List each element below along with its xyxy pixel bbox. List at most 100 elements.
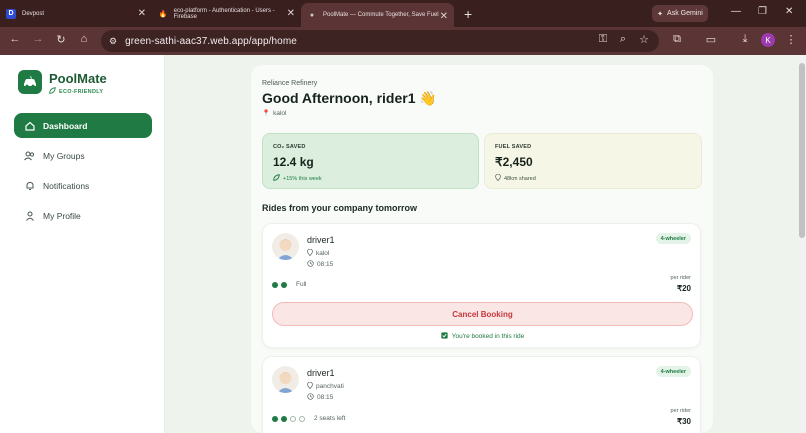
- back-icon[interactable]: ←: [7, 33, 23, 45]
- sidebar-item-label: My Groups: [43, 150, 85, 161]
- eco-tagline: ECO-FRIENDLY: [49, 87, 103, 96]
- fuel-distance: 48km shared: [495, 173, 691, 183]
- driver-name: driver1: [307, 368, 335, 378]
- ride-card: driver1 panchvati 08:15 4-wheeler 2 seat…: [262, 356, 701, 433]
- firebase-favicon-icon: 🔥: [158, 10, 168, 18]
- sidebar: PoolMate ECO-FRIENDLY Dashboard My Group…: [0, 55, 165, 433]
- page-scrollbar[interactable]: [798, 55, 806, 433]
- close-tab-icon[interactable]: ✕: [138, 8, 146, 19]
- sidebar-item-label: Dashboard: [43, 120, 88, 131]
- location-pin-icon: 📍: [262, 110, 271, 117]
- download-icon[interactable]: ⤓: [737, 33, 753, 46]
- price-label: per rider: [670, 275, 691, 281]
- sidebar-item-dashboard[interactable]: Dashboard: [14, 113, 152, 138]
- tab-title: Devpost: [22, 10, 45, 17]
- cancel-booking-button[interactable]: Cancel Booking: [272, 302, 693, 326]
- booked-note-text: You're booked in this ride: [451, 333, 525, 340]
- home-icon[interactable]: ⌂: [76, 33, 92, 45]
- sidebar-item-my-profile[interactable]: My Profile: [14, 203, 152, 228]
- sidebar-item-my-groups[interactable]: My Groups: [14, 143, 152, 168]
- vehicle-type-badge: 4-wheeler: [655, 366, 691, 377]
- price-value: ₹30: [677, 417, 691, 426]
- sidebar-item-label: My Profile: [43, 210, 81, 221]
- co2-label: CO₂ SAVED: [273, 144, 306, 150]
- departure-time: 08:15: [307, 260, 333, 269]
- close-tab-icon[interactable]: ✕: [287, 8, 295, 19]
- restore-icon[interactable]: ❐: [758, 6, 767, 17]
- tab-title: PoolMate — Commute Together, Save Fuel: [323, 12, 439, 18]
- rides-section-title: Rides from your company tomorrow: [262, 203, 418, 213]
- user-location: 📍 kalol: [262, 109, 287, 118]
- co2-value: 12.4 kg: [273, 155, 314, 169]
- seat-dot: [272, 415, 278, 422]
- tab-title: eco-platform - Authentication - Users - …: [173, 7, 275, 20]
- sidebar-item-notifications[interactable]: Notifications: [14, 173, 152, 198]
- forward-icon[interactable]: →: [30, 33, 46, 45]
- bell-icon: [24, 180, 35, 191]
- seat-dot: [281, 281, 287, 288]
- fuel-saved-card: FUEL SAVED ₹2,450 48km shared: [484, 133, 702, 189]
- zoom-icon[interactable]: ⌕: [615, 33, 631, 46]
- leaf-icon: [49, 87, 56, 96]
- seat-availability: Full: [272, 281, 306, 288]
- leaf-icon: [273, 174, 280, 183]
- ask-gemini-label: Ask Gemini: [667, 10, 703, 17]
- user-location-text: kalol: [273, 109, 287, 117]
- reload-icon[interactable]: ↻: [53, 33, 69, 46]
- bookmark-star-icon[interactable]: ☆: [636, 33, 652, 46]
- new-tab-icon[interactable]: +: [464, 6, 472, 22]
- scrollbar-thumb[interactable]: [799, 63, 805, 238]
- ride-price: per rider ₹30: [671, 408, 691, 426]
- browser-tab-firebase[interactable]: 🔥 eco-platform - Authentication - Users …: [152, 0, 301, 27]
- devpost-favicon-icon: D: [6, 8, 16, 19]
- profile-avatar[interactable]: K: [761, 33, 775, 47]
- departure-time-text: 08:15: [317, 394, 334, 401]
- ask-gemini-button[interactable]: ✦ Ask Gemini: [652, 5, 708, 22]
- co2-trend-text: +15% this week: [283, 175, 322, 182]
- clock-icon: [307, 393, 314, 402]
- address-bar[interactable]: ⚙ green-sathi-aac37.web.app/app/home: [101, 30, 659, 52]
- vehicle-type-badge: 4-wheeler: [655, 233, 691, 244]
- seat-status-text: 2 seats left: [314, 415, 346, 422]
- extensions-icon[interactable]: ⧉: [669, 33, 685, 46]
- browser-tab-devpost[interactable]: D Devpost ✕: [0, 0, 152, 27]
- url-text[interactable]: green-sathi-aac37.web.app/app/home: [125, 36, 297, 47]
- seat-dot: [290, 415, 296, 422]
- co2-trend: +15% this week: [273, 174, 468, 183]
- co2-saved-card: CO₂ SAVED 12.4 kg +15% this week: [262, 133, 479, 189]
- browser-tab-bar: D Devpost ✕ 🔥 eco-platform - Authenticat…: [0, 0, 806, 27]
- sidebar-item-label: Notifications: [43, 180, 90, 191]
- sparkle-icon: ✦: [657, 10, 664, 18]
- greeting-title: Good Afternoon, rider1 👋: [262, 90, 437, 106]
- split-view-icon[interactable]: ▭: [703, 33, 719, 46]
- seat-dot: [281, 415, 287, 422]
- browser-tab-poolmate[interactable]: ● PoolMate — Commute Together, Save Fuel…: [301, 3, 454, 27]
- location-pin-icon: [307, 248, 313, 258]
- departure-time-text: 08:15: [317, 261, 334, 268]
- minimize-icon[interactable]: —: [731, 6, 741, 17]
- fuel-distance-text: 48km shared: [504, 175, 536, 182]
- pickup-place-text: kalol: [316, 250, 330, 257]
- seat-dot: [299, 415, 305, 422]
- menu-kebab-icon[interactable]: ⋮: [783, 33, 799, 46]
- price-label: per rider: [670, 408, 691, 414]
- globe-favicon-icon: ●: [309, 11, 315, 19]
- password-key-icon[interactable]: ⚿: [595, 33, 611, 46]
- seat-availability: 2 seats left: [272, 415, 345, 422]
- pickup-place-text: panchvati: [316, 383, 344, 390]
- seat-dot: [272, 281, 278, 288]
- pickup-place: panchvati: [307, 381, 344, 391]
- close-window-icon[interactable]: ✕: [785, 6, 793, 17]
- brand-name: PoolMate: [49, 71, 107, 86]
- price-value: ₹20: [677, 284, 691, 293]
- user-icon: [24, 210, 35, 221]
- site-info-icon[interactable]: ⚙: [109, 36, 117, 47]
- ride-card: driver1 kalol 08:15 4-wheeler Full per r…: [262, 223, 701, 348]
- browser-toolbar: ← → ↻ ⌂ ⚙ green-sathi-aac37.web.app/app/…: [0, 27, 806, 55]
- check-square-icon: [441, 332, 448, 341]
- booked-note: You're booked in this ride: [263, 332, 702, 341]
- home-icon: [24, 120, 35, 131]
- close-tab-icon[interactable]: ✕: [440, 11, 448, 22]
- users-icon: [24, 150, 35, 161]
- fuel-value: ₹2,450: [495, 155, 533, 169]
